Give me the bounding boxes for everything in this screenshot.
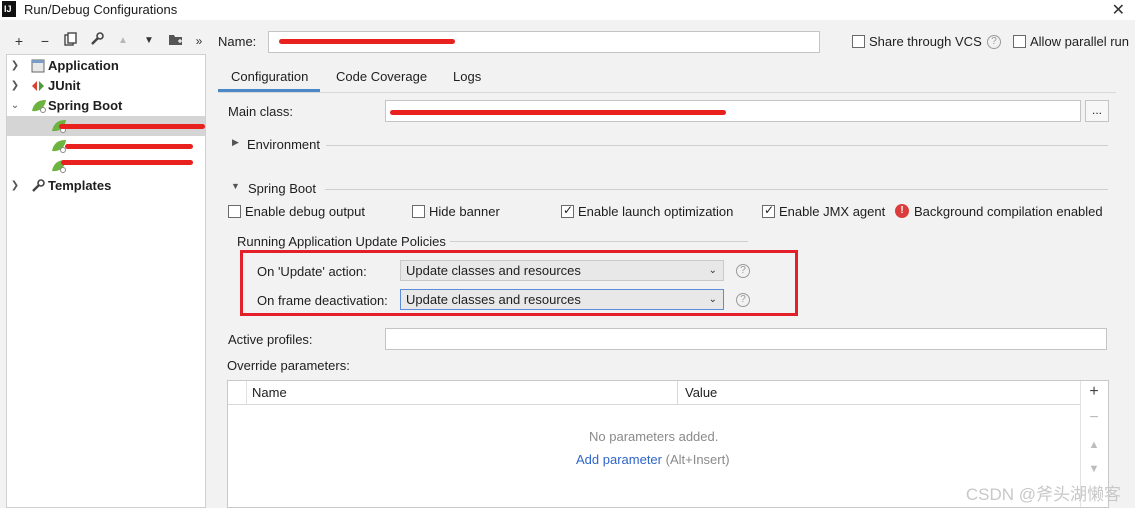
active-profiles-field[interactable] — [385, 328, 1107, 350]
redaction-mark — [59, 124, 205, 129]
remove-config-button[interactable]: − — [36, 32, 54, 50]
tree-item-config-1[interactable] — [7, 116, 205, 136]
allow-parallel-label: Allow parallel run — [1030, 34, 1129, 49]
name-field[interactable] — [268, 31, 820, 53]
edit-templates-button[interactable] — [88, 32, 106, 50]
warning-icon: ! — [895, 204, 909, 218]
spring-boot-section-label[interactable]: Spring Boot — [248, 181, 316, 196]
more-actions-button[interactable]: » — [190, 32, 208, 50]
update-policies-heading: Running Application Update Policies — [237, 234, 446, 249]
move-down-button[interactable]: ▼ — [140, 32, 158, 50]
spring-boot-icon — [31, 99, 46, 113]
copy-config-button[interactable] — [62, 32, 80, 50]
redaction-mark — [279, 39, 455, 44]
tree-item-junit[interactable]: ❯ JUnit — [7, 76, 205, 96]
move-row-up-button[interactable]: ▲ — [1080, 439, 1108, 451]
tab-logs[interactable]: Logs — [453, 69, 481, 84]
move-row-down-button[interactable]: ▼ — [1080, 463, 1108, 475]
allow-parallel-checkbox[interactable] — [1013, 35, 1026, 48]
tree-item-application[interactable]: ❯ Application — [7, 56, 205, 76]
add-parameter-shortcut: (Alt+Insert) — [665, 452, 730, 467]
wrench-icon — [91, 32, 104, 45]
tree-item-label: JUnit — [48, 78, 81, 93]
tab-configuration[interactable]: Configuration — [231, 69, 308, 84]
enable-debug-label: Enable debug output — [245, 204, 365, 219]
add-row-button[interactable]: + — [1080, 383, 1108, 401]
chevron-right-icon[interactable]: ❯ — [9, 176, 21, 196]
browse-main-class-button[interactable]: ... — [1085, 100, 1109, 122]
tree-item-label: Templates — [48, 178, 112, 193]
window-title: Run/Debug Configurations — [24, 2, 178, 17]
launch-optimization-checkbox[interactable] — [561, 203, 574, 218]
enable-debug-checkbox[interactable] — [228, 205, 241, 218]
copy-icon — [64, 32, 77, 46]
name-label: Name: — [218, 34, 257, 49]
junit-icon — [31, 79, 45, 93]
divider — [450, 241, 748, 242]
environment-section-label[interactable]: Environment — [247, 137, 320, 152]
annotation-highlight-box — [240, 250, 798, 316]
create-folder-button[interactable] — [166, 32, 184, 50]
wrench-icon — [31, 179, 45, 193]
chevron-right-icon[interactable]: ❯ — [9, 76, 21, 96]
add-parameter-link[interactable]: Add parameter — [576, 452, 662, 467]
divider — [326, 145, 1108, 146]
chevron-right-icon[interactable]: ❯ — [9, 56, 21, 76]
spring-boot-icon — [51, 139, 66, 153]
add-parameter-row: Add parameter (Alt+Insert) — [576, 452, 730, 467]
hide-banner-label: Hide banner — [429, 204, 500, 219]
main-class-field[interactable] — [385, 100, 1081, 122]
tree-item-config-2[interactable] — [7, 136, 205, 156]
redaction-mark — [61, 160, 193, 165]
hide-banner-checkbox[interactable] — [412, 205, 425, 218]
tree-item-label: Spring Boot — [48, 98, 123, 113]
chevron-down-icon[interactable]: ⌄ — [9, 96, 21, 116]
table-header-spacer — [228, 381, 246, 405]
move-up-button[interactable]: ▲ — [114, 32, 132, 50]
redaction-mark — [390, 110, 726, 115]
main-class-label: Main class: — [228, 104, 294, 119]
application-icon — [31, 59, 45, 73]
folder-icon — [168, 35, 182, 45]
active-profiles-label: Active profiles: — [228, 332, 313, 347]
tree-item-spring-boot[interactable]: ⌄ Spring Boot — [7, 96, 205, 116]
remove-row-button[interactable]: − — [1080, 409, 1108, 427]
background-compilation-label: Background compilation enabled — [914, 204, 1103, 219]
redaction-mark — [65, 144, 193, 149]
chevron-down-icon[interactable]: ▼ — [231, 181, 240, 191]
jmx-agent-checkbox[interactable] — [762, 203, 775, 218]
close-icon[interactable]: ✕ — [1112, 0, 1125, 20]
tree-item-templates[interactable]: ❯ Templates — [7, 176, 205, 196]
help-icon[interactable]: ? — [987, 35, 1001, 49]
share-vcs-checkbox[interactable] — [852, 35, 865, 48]
jmx-agent-label: Enable JMX agent — [779, 204, 886, 219]
title-bar: IJ Run/Debug Configurations ✕ — [0, 0, 1135, 20]
watermark: CSDN @斧头湖懒客 — [965, 485, 1121, 504]
override-parameters-label: Override parameters: — [227, 358, 350, 373]
divider — [325, 189, 1108, 190]
launch-optimization-label: Enable launch optimization — [578, 204, 734, 219]
tree-item-config-3[interactable] — [7, 156, 205, 176]
chevron-right-icon[interactable]: ▶ — [232, 137, 239, 148]
column-header-value[interactable]: Value — [677, 381, 1081, 405]
add-config-button[interactable]: + — [10, 32, 28, 50]
tree-item-label: Application — [48, 58, 119, 73]
column-header-name[interactable]: Name — [246, 381, 677, 405]
intellij-logo-icon: IJ — [2, 1, 16, 17]
config-tree: ❯ Application ❯ JUnit ⌄ Spring Boot ❯ Te… — [6, 54, 206, 508]
config-toolbar: + − ▲ ▼ » — [0, 30, 214, 52]
tab-code-coverage[interactable]: Code Coverage — [336, 69, 427, 84]
empty-table-text: No parameters added. — [589, 429, 719, 444]
share-vcs-label: Share through VCS — [869, 34, 982, 49]
